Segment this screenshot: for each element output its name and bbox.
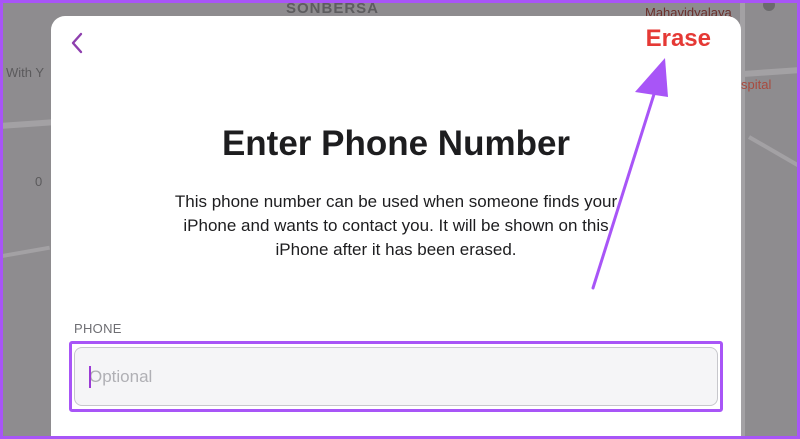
map-road <box>748 135 800 169</box>
map-label-town: SONBERSA <box>286 0 380 17</box>
map-label-left: With Y <box>6 65 45 80</box>
page-title: Enter Phone Number <box>221 124 571 163</box>
map-pin-icon <box>761 0 777 13</box>
text-caret <box>89 366 91 388</box>
phone-number-sheet: Erase Enter Phone Number This phone numb… <box>51 16 741 439</box>
map-label-number: 0 <box>35 174 43 189</box>
phone-section-label: PHONE <box>74 321 122 336</box>
back-button[interactable] <box>65 28 89 58</box>
map-road <box>0 245 50 259</box>
description-text: This phone number can be used when someo… <box>174 192 618 259</box>
chevron-left-icon <box>71 32 83 54</box>
erase-button[interactable]: Erase <box>646 25 711 53</box>
phone-input[interactable] <box>74 347 718 406</box>
map-label-hospital: spital <box>741 77 772 92</box>
